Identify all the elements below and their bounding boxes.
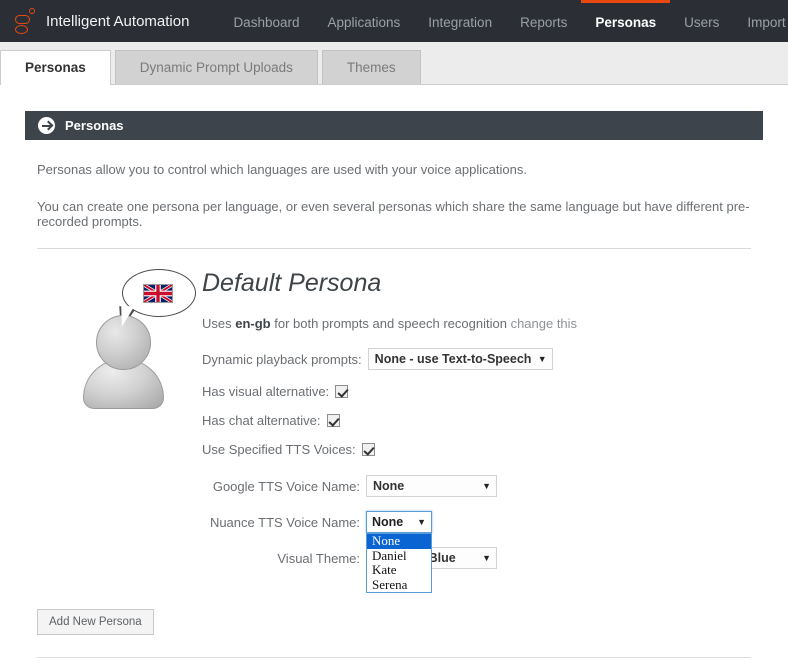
panel-header: Personas (25, 111, 763, 140)
nuance-tts-voice-row: Nuance TTS Voice Name: None ▼ None Danie… (202, 511, 577, 593)
change-locale-link[interactable]: change this (511, 316, 578, 331)
add-new-persona-button[interactable]: Add New Persona (37, 609, 154, 635)
panel-intro: Personas allow you to control which lang… (25, 162, 763, 249)
genesys-logo-icon (14, 8, 36, 34)
nuance-option-none[interactable]: None (367, 533, 431, 549)
persona-fields: Default Persona Uses en-gb for both prom… (202, 267, 577, 593)
form-actions: Save Persona Changes Cancel (25, 658, 763, 670)
panel-title: Personas (65, 118, 124, 133)
dynamic-playback-prompts-select[interactable]: None - use Text-to-Speech (367, 348, 553, 370)
chevron-down-icon: ▼ (417, 517, 426, 527)
use-specified-tts-voices-checkbox[interactable] (361, 443, 375, 456)
brand-title: Intelligent Automation (46, 12, 190, 30)
dynamic-playback-prompts-label: Dynamic playback prompts: (202, 351, 362, 367)
persona-locale-line: Uses en-gb for both prompts and speech r… (202, 316, 577, 331)
visual-theme-label: Visual Theme: (277, 550, 360, 566)
persona-locale: en-gb (235, 316, 271, 331)
tab-dynamic-prompt-uploads[interactable]: Dynamic Prompt Uploads (114, 50, 318, 84)
google-tts-voice-row: Google TTS Voice Name: None ▼ (202, 475, 577, 497)
intro-paragraph-1: Personas allow you to control which lang… (37, 162, 527, 177)
speech-bubble-tail-fill (118, 305, 134, 328)
uses-suffix: for both prompts and speech recognition (270, 316, 511, 331)
persona-avatar-group (80, 267, 202, 409)
nav-item-reports[interactable]: Reports (506, 0, 581, 42)
intro-paragraph-2: You can create one persona per language,… (37, 199, 750, 229)
nuance-option-serena[interactable]: Serena (367, 577, 431, 593)
nuance-option-daniel[interactable]: Daniel (367, 548, 431, 564)
google-tts-voice-select[interactable]: None (366, 475, 497, 497)
use-specified-tts-voices-label: Use Specified TTS Voices: (202, 442, 356, 457)
uses-prefix: Uses (202, 316, 236, 331)
arrow-circle-right-icon (38, 117, 55, 134)
use-specified-tts-voices-row: Use Specified TTS Voices: (202, 442, 577, 457)
nav-items: Dashboard Applications Integration Repor… (219, 0, 788, 42)
uk-flag-icon (143, 284, 173, 303)
nav-item-personas[interactable]: Personas (581, 0, 671, 42)
persona-title: Default Persona (202, 269, 382, 297)
nav-item-applications[interactable]: Applications (313, 0, 414, 42)
dynamic-playback-prompts-row: Dynamic playback prompts: None - use Tex… (202, 348, 577, 370)
nav-item-dashboard[interactable]: Dashboard (219, 0, 313, 42)
nuance-tts-voice-value: None (372, 515, 404, 529)
tab-themes[interactable]: Themes (321, 50, 421, 84)
nuance-tts-voice-label: Nuance TTS Voice Name: (209, 514, 360, 530)
has-chat-alternative-label: Has chat alternative: (202, 413, 321, 428)
nuance-tts-voice-options-list: None Daniel Kate Serena (366, 533, 432, 593)
nuance-option-kate[interactable]: Kate (367, 562, 431, 578)
persona-section: Default Persona Uses en-gb for both prom… (25, 249, 763, 593)
has-visual-alternative-label: Has visual alternative: (202, 384, 330, 399)
has-chat-alternative-row: Has chat alternative: (202, 413, 577, 428)
nav-item-users[interactable]: Users (670, 0, 733, 42)
sub-tab-bar: Personas Dynamic Prompt Uploads Themes (0, 42, 788, 85)
page-content: Personas Personas allow you to control w… (0, 85, 788, 670)
nav-item-import[interactable]: Import (733, 0, 788, 42)
brand: Intelligent Automation (0, 0, 197, 42)
top-navigation-bar: Intelligent Automation Dashboard Applica… (0, 0, 788, 42)
nav-item-integration[interactable]: Integration (414, 0, 506, 42)
has-visual-alternative-checkbox[interactable] (335, 385, 349, 398)
has-chat-alternative-checkbox[interactable] (326, 414, 340, 427)
nuance-tts-voice-select[interactable]: None ▼ (366, 511, 432, 533)
tab-personas[interactable]: Personas (0, 50, 111, 85)
google-tts-voice-label: Google TTS Voice Name: (212, 478, 360, 494)
has-visual-alternative-row: Has visual alternative: (202, 384, 577, 399)
